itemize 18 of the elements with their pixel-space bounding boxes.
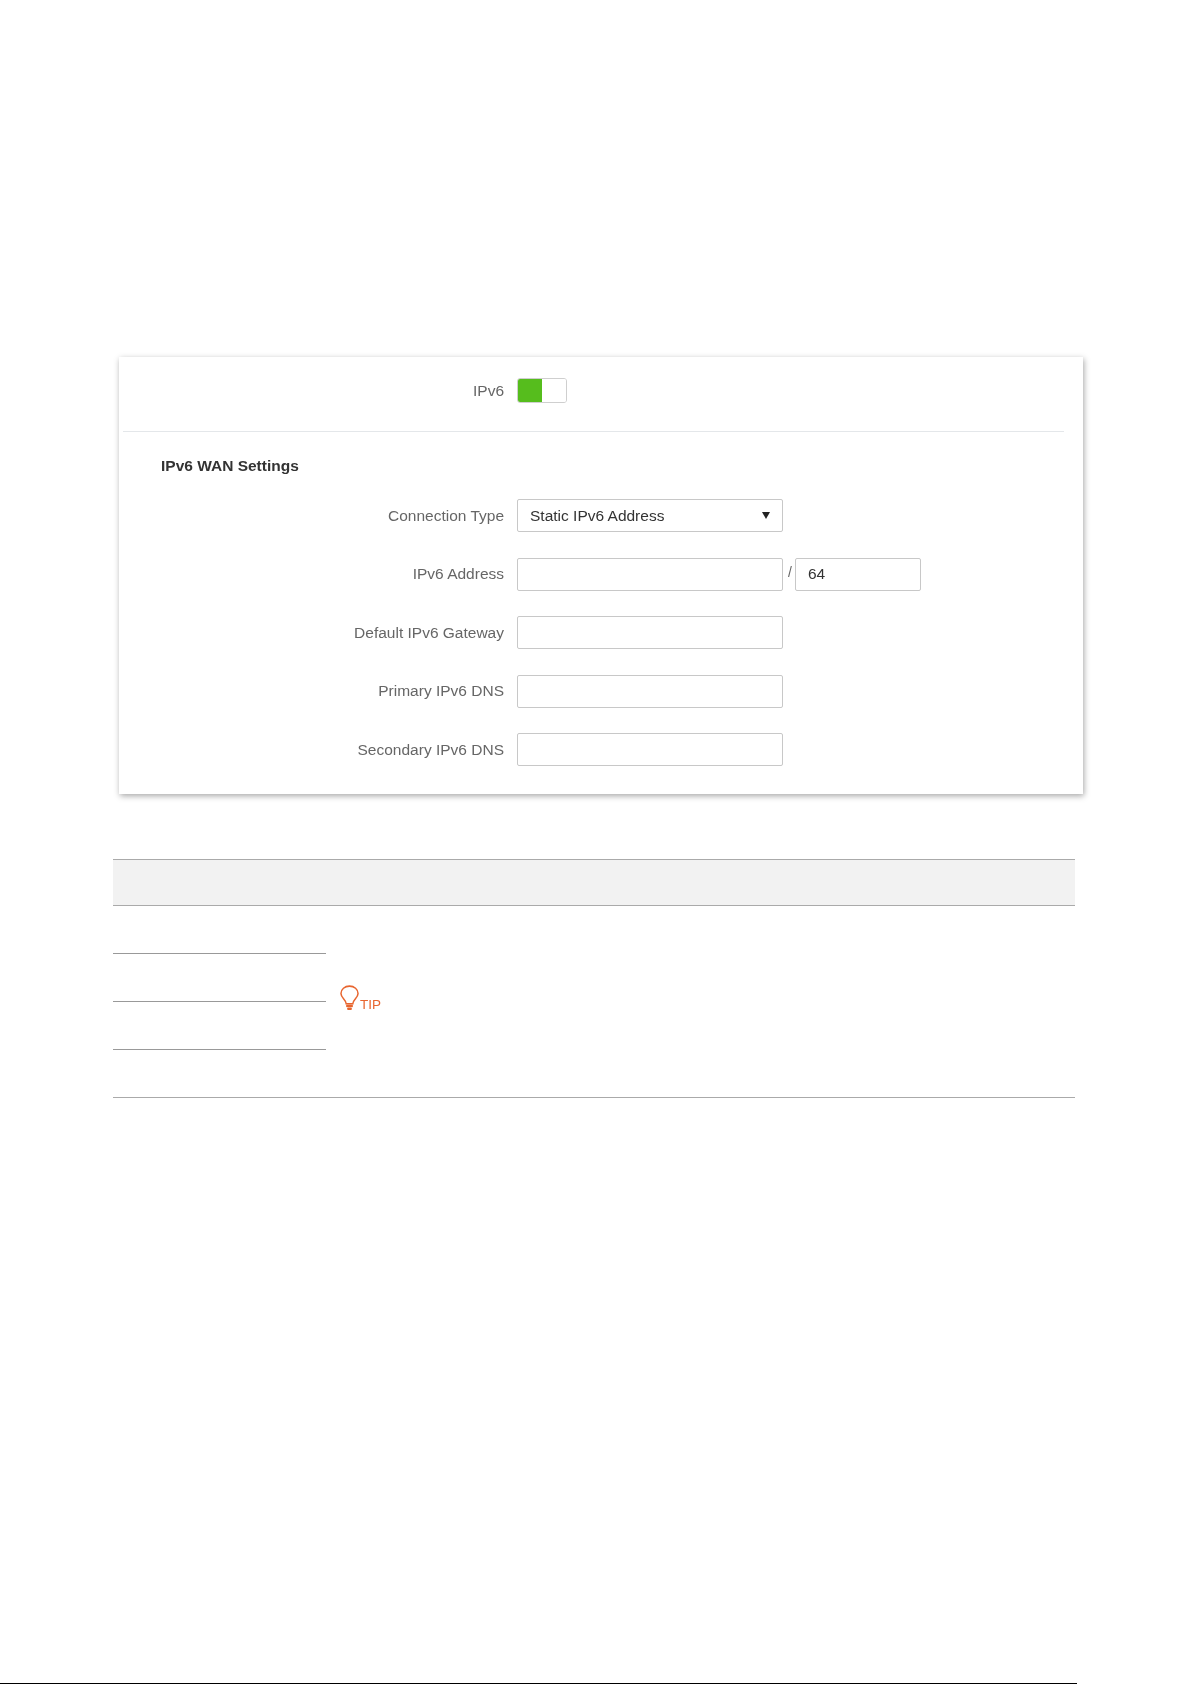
slash-separator: / (788, 564, 790, 580)
field-label: Secondary IPv6 DNS (356, 740, 504, 759)
text-field[interactable] (517, 674, 783, 708)
lightbulb-icon (340, 984, 359, 1011)
field-label: Default IPv6 Gateway (353, 623, 504, 642)
caret-icon (762, 512, 770, 519)
field-label: Primary IPv6 DNS (377, 682, 504, 700)
connection-type-dropdown[interactable]: Static IPv6 Address (517, 499, 783, 532)
ipv6-address-field[interactable] (517, 557, 783, 591)
field-label: Connection Type (386, 506, 504, 525)
tip-label: TIP (360, 997, 381, 1011)
field-label: IPv6 Address (411, 565, 504, 583)
prefix-length-field[interactable]: 64 (795, 557, 921, 591)
text-field[interactable] (517, 616, 783, 649)
text-field[interactable] (517, 733, 783, 766)
section-title: IPv6 WAN Settings (161, 456, 300, 476)
toggle-switch[interactable] (517, 378, 567, 403)
field-label: IPv6 (472, 381, 504, 400)
